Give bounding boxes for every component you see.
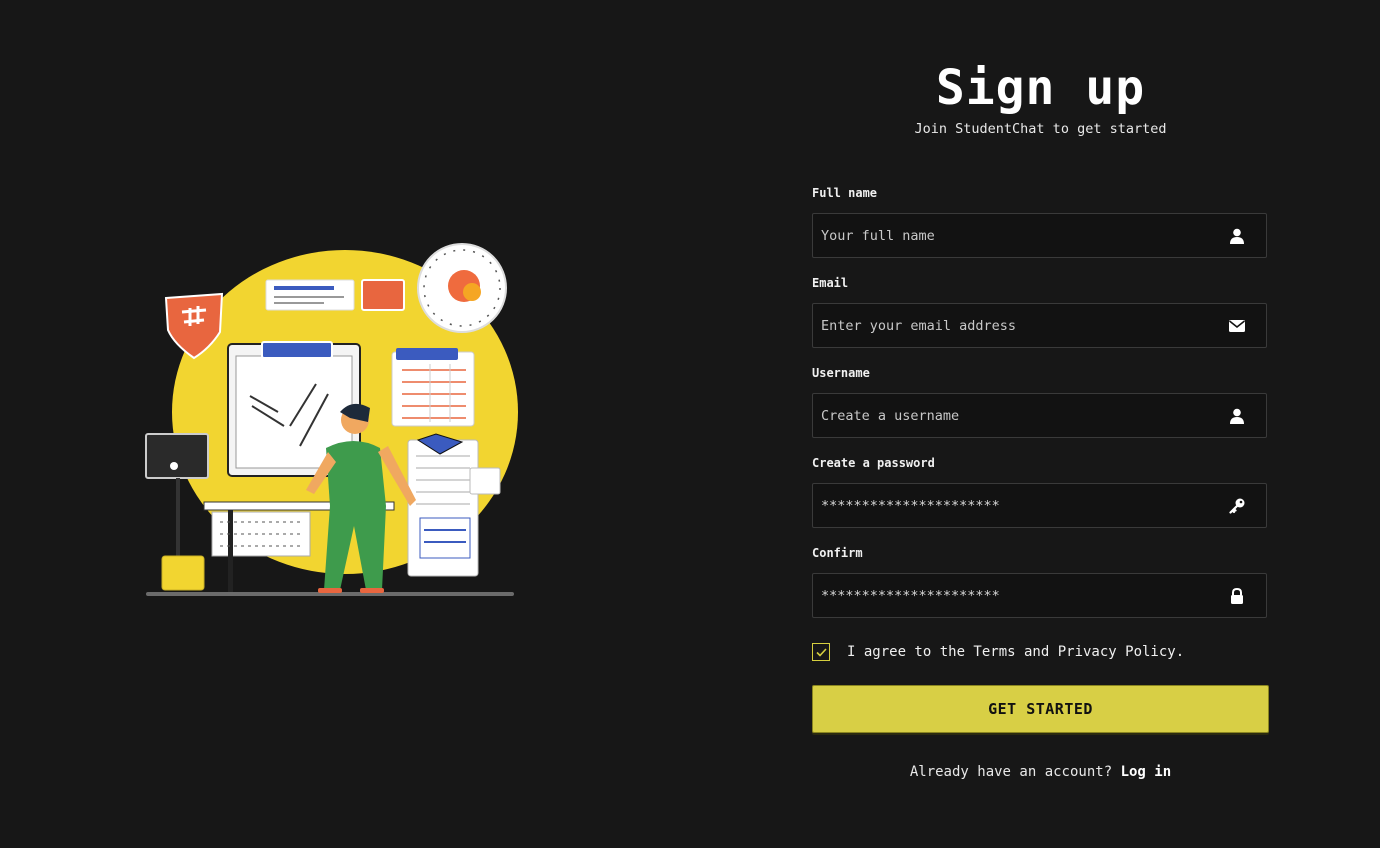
clock-icon: [417, 243, 507, 333]
email-field[interactable]: [812, 303, 1267, 348]
note-card: [361, 279, 405, 311]
email-input[interactable]: [813, 304, 1228, 347]
confirm-label: Confirm: [812, 546, 863, 560]
envelope-icon: [1228, 317, 1246, 335]
key-icon: [1228, 497, 1246, 515]
get-started-button[interactable]: GET STARTED: [812, 685, 1269, 733]
terms-row: I agree to the Terms and Privacy Policy.: [812, 643, 1184, 661]
signup-illustration: [145, 243, 518, 596]
full-name-label: Full name: [812, 186, 878, 200]
terms-checkbox[interactable]: [812, 643, 830, 661]
info-card: [265, 279, 355, 311]
confirm-field[interactable]: [812, 573, 1267, 618]
password-label: Create a password: [812, 456, 935, 470]
terms-text: I agree to the Terms and Privacy Policy.: [847, 644, 1185, 660]
lock-icon: [1228, 587, 1246, 605]
confirm-input[interactable]: [813, 574, 1228, 617]
email-label: Email: [812, 276, 849, 290]
page-subtitle: Join StudentChat to get started: [914, 121, 1167, 137]
username-label: Username: [812, 366, 870, 380]
full-name-field[interactable]: [812, 213, 1267, 258]
user-icon: [1228, 227, 1246, 245]
password-input[interactable]: [813, 484, 1228, 527]
calendar-card: [391, 348, 475, 427]
full-name-input[interactable]: [813, 214, 1228, 257]
login-prompt-text: Already have an account?: [909, 764, 1113, 780]
login-link[interactable]: Log in: [1121, 764, 1172, 780]
check-icon: [815, 647, 827, 657]
username-input[interactable]: [813, 394, 1228, 437]
user-icon: [1228, 407, 1246, 425]
login-prompt-row: Already have an account? Log in: [812, 764, 1269, 780]
page-title: Sign up: [935, 60, 1146, 116]
password-field[interactable]: [812, 483, 1267, 528]
username-field[interactable]: [812, 393, 1267, 438]
bucket: [161, 555, 205, 591]
